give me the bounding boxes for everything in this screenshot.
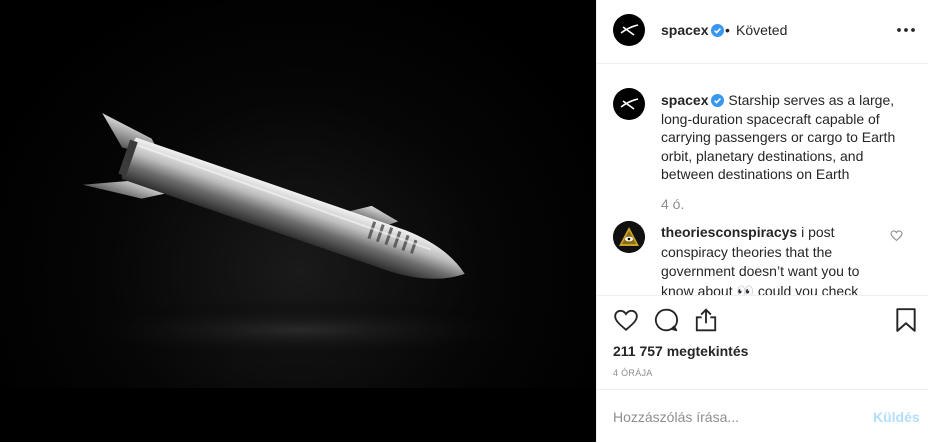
more-options-icon[interactable] xyxy=(895,22,917,38)
add-comment-form: Küldés xyxy=(597,389,928,443)
post-header: spacex • Követed xyxy=(597,0,928,64)
eye-pyramid-icon xyxy=(613,221,645,253)
spacex-logo-icon xyxy=(620,24,639,36)
action-bar xyxy=(597,296,928,344)
comment-input[interactable] xyxy=(613,407,853,427)
share-icon[interactable] xyxy=(693,307,719,333)
send-button[interactable]: Küldés xyxy=(873,409,920,425)
author-username[interactable]: spacex xyxy=(661,22,708,38)
comment-like-heart-icon[interactable] xyxy=(890,229,903,242)
post-timestamp: 4 ÓRÁJA xyxy=(613,368,653,378)
caption-time: 4 ó. xyxy=(661,196,685,212)
caption-username[interactable]: spacex xyxy=(661,92,708,108)
caption-text-block: spacex Starship serves as a large, long-… xyxy=(661,91,911,184)
starship-image xyxy=(50,113,550,360)
heart-icon[interactable] xyxy=(613,307,639,333)
avatar[interactable] xyxy=(613,14,645,46)
verified-badge-icon xyxy=(711,94,725,107)
comment-bubble-icon[interactable] xyxy=(653,307,679,333)
commenter-username[interactable]: theoriesconspiracys xyxy=(661,224,797,240)
comment-text-block: theoriesconspiracys i post conspiracy th… xyxy=(661,223,883,295)
follow-status-button[interactable]: Követed xyxy=(736,22,787,38)
post-details-panel: spacex • Követed spacex Starship serves … xyxy=(596,0,928,442)
post-media[interactable] xyxy=(0,0,596,442)
comments-section[interactable]: spacex Starship serves as a large, long-… xyxy=(597,64,928,296)
bookmark-icon[interactable] xyxy=(893,307,919,333)
commenter-avatar[interactable] xyxy=(613,221,645,253)
verified-badge-icon xyxy=(711,24,724,37)
spacex-logo-icon xyxy=(620,98,639,110)
separator-dot: • xyxy=(725,22,730,38)
media-letterbox xyxy=(0,388,596,442)
caption-avatar[interactable] xyxy=(613,88,645,120)
view-count[interactable]: 211 757 megtekintés xyxy=(613,343,748,359)
